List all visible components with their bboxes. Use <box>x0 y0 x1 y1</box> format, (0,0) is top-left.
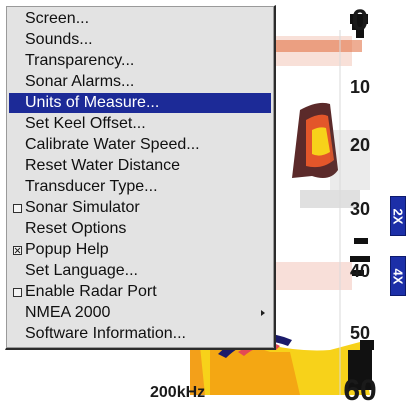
menu-item-label: Reset Options <box>25 220 127 237</box>
menu-item-label: Calibrate Water Speed... <box>25 136 200 153</box>
menu-item-set-language[interactable]: Set Language... <box>9 261 271 281</box>
menu-item-label: Units of Measure... <box>25 94 160 111</box>
submenu-arrow-icon <box>261 310 265 316</box>
menu-item-label: Enable Radar Port <box>25 283 157 300</box>
menu-item-label: Popup Help <box>25 241 109 258</box>
menu-item-label: Sonar Simulator <box>25 199 140 216</box>
menu-item-label: Transparency... <box>25 52 135 69</box>
frequency-label: 200kHz <box>150 384 206 401</box>
sonar-screen: 0 10 20 30 40 50 60 200kHz 2X 4X Screen.… <box>0 0 415 410</box>
depth-label-20: 20 <box>349 135 371 155</box>
menu-item-set-keel-offset[interactable]: Set Keel Offset... <box>9 114 271 134</box>
checkbox-icon[interactable] <box>13 288 22 297</box>
menu-item-label: Set Language... <box>25 262 138 279</box>
menu-item-sonar-simulator[interactable]: Sonar Simulator <box>9 198 271 218</box>
menu-item-label: Screen... <box>25 10 90 27</box>
menu-item-transducer-type[interactable]: Transducer Type... <box>9 177 271 197</box>
menu-item-units-of-measure[interactable]: Units of Measure... <box>9 93 271 113</box>
menu-item-reset-options[interactable]: Reset Options <box>9 219 271 239</box>
depth-label-60: 60 <box>343 374 377 407</box>
menu-item-transparency[interactable]: Transparency... <box>9 51 271 71</box>
depth-label-10: 10 <box>349 77 371 97</box>
menu-item-label: Software Information... <box>25 325 186 342</box>
menu-item-nmea-2000[interactable]: NMEA 2000 <box>9 303 271 323</box>
menu-item-popup-help[interactable]: Popup Help <box>9 240 271 260</box>
menu-item-label: Transducer Type... <box>25 178 158 195</box>
menu-item-sonar-alarms[interactable]: Sonar Alarms... <box>9 72 271 92</box>
menu-item-sounds[interactable]: Sounds... <box>9 30 271 50</box>
depth-label-40: 40 <box>349 261 371 281</box>
zoom-4x-indicator[interactable]: 4X <box>390 256 406 296</box>
zoom-4x-label: 4X <box>390 268 406 285</box>
depth-label-0: 0 <box>351 4 369 37</box>
zoom-2x-indicator[interactable]: 2X <box>390 196 406 236</box>
menu-item-label: Sonar Alarms... <box>25 73 135 90</box>
menu-item-screen[interactable]: Screen... <box>9 9 271 29</box>
depth-label-30: 30 <box>349 199 371 219</box>
menu-item-label: Sounds... <box>25 31 93 48</box>
menu-item-software-information[interactable]: Software Information... <box>9 324 271 344</box>
menu-item-reset-water-distance[interactable]: Reset Water Distance <box>9 156 271 176</box>
depth-label-50: 50 <box>349 323 371 343</box>
settings-menu: Screen... Sounds... Transparency... Sona… <box>5 5 276 350</box>
menu-item-label: Set Keel Offset... <box>25 115 146 132</box>
checkbox-icon[interactable] <box>13 204 22 213</box>
menu-item-label: Reset Water Distance <box>25 157 181 174</box>
checkbox-checked-icon[interactable] <box>13 246 22 255</box>
menu-item-enable-radar-port[interactable]: Enable Radar Port <box>9 282 271 302</box>
menu-item-label: NMEA 2000 <box>25 304 111 321</box>
menu-item-calibrate-water-speed[interactable]: Calibrate Water Speed... <box>9 135 271 155</box>
zoom-2x-label: 2X <box>390 208 406 225</box>
